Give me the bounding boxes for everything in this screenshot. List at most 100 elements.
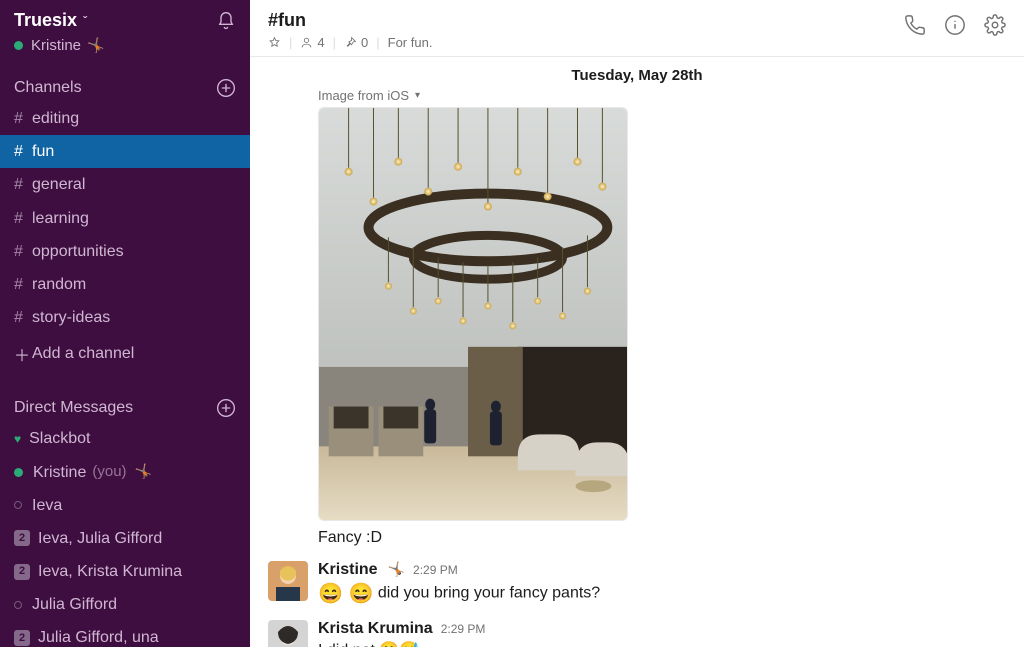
message-row[interactable]: Kristine 🤸🏽 2:29 PM 😄 😄 did you bring yo…	[268, 561, 1006, 606]
attachment-image[interactable]	[318, 107, 628, 521]
channel-label: general	[32, 171, 85, 198]
message-author[interactable]: Kristine	[318, 561, 378, 579]
add-channel-button[interactable]: ＋ Add a channel	[0, 334, 250, 374]
current-user-row[interactable]: Kristine 🤸🏽	[0, 37, 250, 68]
main-pane: #fun | 4 | 0 | For fun.	[250, 0, 1024, 647]
dm-label: Ieva	[32, 492, 62, 519]
sidebar-dm-item[interactable]: Julia Gifford	[0, 588, 250, 621]
message-time: 2:29 PM	[413, 563, 458, 577]
channels-section-head[interactable]: Channels	[0, 68, 250, 102]
plus-icon: ＋	[14, 342, 32, 366]
hash-icon: #	[14, 171, 32, 198]
dm-label: Julia Gifford	[32, 591, 117, 618]
heart-icon: ♥	[14, 429, 21, 449]
sidebar-channel-random[interactable]: #random	[0, 268, 250, 301]
pin-count[interactable]: 0	[344, 35, 368, 50]
dm-label: Julia Gifford, una	[38, 624, 159, 647]
group-count-badge: 2	[14, 530, 30, 546]
message-text: 😄 😄 did you bring your fancy pants?	[318, 581, 600, 606]
sidebar: Truesix ˇ Kristine 🤸🏽 Channels #editing#…	[0, 0, 250, 647]
sidebar-channel-editing[interactable]: #editing	[0, 102, 250, 135]
channel-label: random	[32, 271, 86, 298]
dm-list: ♥SlackbotKristine(you)🤸🏽Ieva2Ieva, Julia…	[0, 422, 250, 647]
add-channel-label: Add a channel	[32, 345, 134, 363]
pin-count-value: 0	[361, 35, 368, 50]
attachment-block: Image from iOS ▾	[318, 88, 1006, 521]
attachment-toggle[interactable]: Image from iOS ▾	[318, 88, 1006, 103]
sidebar-dm-item[interactable]: 2 Ieva, Krista Krumina	[0, 555, 250, 588]
pin-icon	[344, 36, 357, 49]
current-user-name: Kristine	[31, 37, 81, 54]
member-count-value: 4	[317, 35, 324, 50]
hash-icon: #	[14, 205, 32, 232]
call-icon[interactable]	[904, 14, 926, 36]
channel-label: story-ideas	[32, 304, 110, 331]
you-label: (you)	[92, 459, 126, 485]
group-count-badge: 2	[14, 630, 30, 646]
channel-label: fun	[32, 138, 54, 165]
sidebar-dm-item[interactable]: ♥ Slackbot	[0, 422, 250, 455]
channel-label: editing	[32, 105, 79, 132]
user-status-emoji: 🤸🏽	[87, 37, 104, 54]
channels-label: Channels	[14, 79, 82, 97]
user-status-emoji: 🤸🏽	[135, 460, 152, 484]
author-status-emoji: 🤸🏽	[388, 561, 405, 578]
avatar[interactable]	[268, 620, 308, 647]
workspace-name: Truesix	[14, 10, 77, 31]
channel-meta: | 4 | 0 | For fun.	[268, 35, 432, 50]
sidebar-channel-opportunities[interactable]: #opportunities	[0, 235, 250, 268]
sidebar-dm-item[interactable]: 2 Julia Gifford, una	[0, 621, 250, 647]
dm-label: Slackbot	[29, 425, 90, 452]
attachment-caption: Fancy :D	[318, 529, 1006, 547]
sidebar-dm-item[interactable]: 2 Ieva, Julia Gifford	[0, 522, 250, 555]
header-actions	[904, 10, 1006, 36]
caret-down-icon: ▾	[415, 90, 420, 101]
dm-section-head[interactable]: Direct Messages	[0, 388, 250, 422]
add-dm-icon[interactable]	[216, 398, 236, 418]
hash-icon: #	[14, 304, 32, 331]
chevron-down-icon: ˇ	[83, 14, 87, 28]
channel-label: learning	[32, 205, 89, 232]
dm-label: Ieva, Krista Krumina	[38, 558, 182, 585]
gear-icon[interactable]	[984, 14, 1006, 36]
dm-label: Ieva, Julia Gifford	[38, 525, 162, 552]
channel-header: #fun | 4 | 0 | For fun.	[250, 0, 1024, 57]
sidebar-channel-fun[interactable]: #fun	[0, 135, 250, 168]
info-icon[interactable]	[944, 14, 966, 36]
attachment-label-text: Image from iOS	[318, 88, 409, 103]
channel-topic[interactable]: For fun.	[388, 35, 433, 50]
channel-list: #editing#fun#general#learning#opportunit…	[0, 102, 250, 334]
hash-icon: #	[14, 138, 32, 165]
workspace-switcher[interactable]: Truesix ˇ	[0, 0, 250, 37]
date-divider: Tuesday, May 28th	[268, 57, 1006, 88]
presence-online-icon	[14, 41, 23, 50]
channel-title[interactable]: #fun	[268, 10, 432, 31]
avatar[interactable]	[268, 561, 308, 601]
message-text: I did not 😬😅	[318, 640, 485, 647]
message-author[interactable]: Krista Krumina	[318, 620, 433, 638]
presence-offline-icon	[14, 601, 22, 609]
person-icon	[300, 36, 313, 49]
hash-icon: #	[14, 105, 32, 132]
star-button[interactable]	[268, 36, 281, 49]
message-row[interactable]: Krista Krumina 2:29 PM I did not 😬😅	[268, 620, 1006, 647]
member-count[interactable]: 4	[300, 35, 324, 50]
group-count-badge: 2	[14, 564, 30, 580]
sidebar-channel-learning[interactable]: #learning	[0, 202, 250, 235]
message-time: 2:29 PM	[441, 622, 486, 636]
star-icon	[268, 36, 281, 49]
sidebar-dm-item[interactable]: Kristine(you) 🤸🏽	[0, 456, 250, 489]
sidebar-dm-item[interactable]: Ieva	[0, 489, 250, 522]
message-list: Tuesday, May 28th Image from iOS ▾	[250, 57, 1024, 647]
sidebar-channel-general[interactable]: #general	[0, 168, 250, 201]
hash-icon: #	[14, 271, 32, 298]
presence-offline-icon	[14, 501, 22, 509]
dm-label: Kristine	[33, 459, 86, 486]
sidebar-channel-story-ideas[interactable]: #story-ideas	[0, 301, 250, 334]
hash-icon: #	[14, 238, 32, 265]
add-channel-icon[interactable]	[216, 78, 236, 98]
bell-icon[interactable]	[216, 11, 236, 31]
lobby-photo	[319, 108, 627, 520]
channel-label: opportunities	[32, 238, 124, 265]
presence-online-icon	[14, 468, 23, 477]
